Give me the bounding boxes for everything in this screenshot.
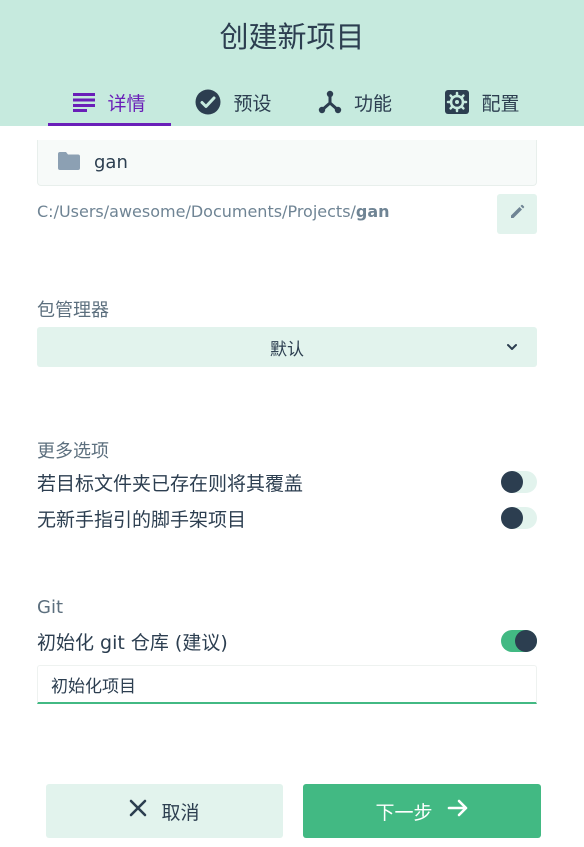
tab-label: 配置 <box>481 92 520 115</box>
package-manager-label: 包管理器 <box>37 300 109 321</box>
gear-icon <box>445 90 470 114</box>
option-label: 无新手指引的脚手架项目 <box>37 508 247 531</box>
toggle-knob <box>501 507 523 529</box>
list-icon <box>73 92 96 112</box>
tab-label: 功能 <box>353 92 392 115</box>
next-button[interactable]: 下一步 <box>303 784 541 838</box>
project-folder-field[interactable]: gan <box>37 140 537 186</box>
arrow-right-icon <box>447 798 469 824</box>
git-init-toggle[interactable] <box>501 630 537 652</box>
tab-config[interactable]: 配置 <box>425 78 540 126</box>
tab-bar: 详情 预设 功能 配置 <box>0 78 584 126</box>
tab-details[interactable]: 详情 <box>48 78 171 126</box>
option-label: 初始化 git 仓库 (建议) <box>37 631 228 654</box>
header: 创建新项目 详情 预设 功能 配置 <box>0 0 584 126</box>
tab-label: 详情 <box>107 92 146 115</box>
project-path: C:/Users/awesome/Documents/Projects/gan <box>37 202 390 221</box>
edit-path-button[interactable] <box>497 194 537 234</box>
cancel-button[interactable]: 取消 <box>46 784 283 838</box>
next-label: 下一步 <box>375 802 433 824</box>
option-git-init: 初始化 git 仓库 (建议) <box>37 627 537 655</box>
force-overwrite-toggle[interactable] <box>501 471 537 493</box>
toggle-knob <box>515 630 537 652</box>
close-icon <box>129 799 147 823</box>
bare-scaffold-toggle[interactable] <box>501 507 537 529</box>
pencil-icon <box>509 204 525 224</box>
check-circle-icon <box>195 89 221 115</box>
path-folder: gan <box>355 202 390 221</box>
commit-message-input[interactable] <box>37 665 537 704</box>
tab-presets[interactable]: 预设 <box>176 78 291 126</box>
page-title: 创建新项目 <box>219 20 365 54</box>
package-manager-select[interactable]: 默认 <box>37 327 537 367</box>
option-bare-scaffold: 无新手指引的脚手架项目 <box>37 504 537 532</box>
package-manager-value: 默认 <box>270 339 304 360</box>
toggle-knob <box>501 471 523 493</box>
tab-features[interactable]: 功能 <box>300 78 410 126</box>
tab-label: 预设 <box>233 92 272 115</box>
branch-icon <box>318 90 342 114</box>
chevron-down-icon <box>505 339 519 359</box>
cancel-label: 取消 <box>161 802 200 824</box>
folder-icon <box>58 151 80 174</box>
option-label: 若目标文件夹已存在则将其覆盖 <box>37 472 304 495</box>
path-prefix: C:/Users/awesome/Documents/Projects/ <box>37 202 356 221</box>
more-options-label: 更多选项 <box>37 441 109 462</box>
git-label: Git <box>37 597 64 618</box>
option-force-overwrite: 若目标文件夹已存在则将其覆盖 <box>37 468 537 496</box>
folder-name: gan <box>94 152 128 173</box>
